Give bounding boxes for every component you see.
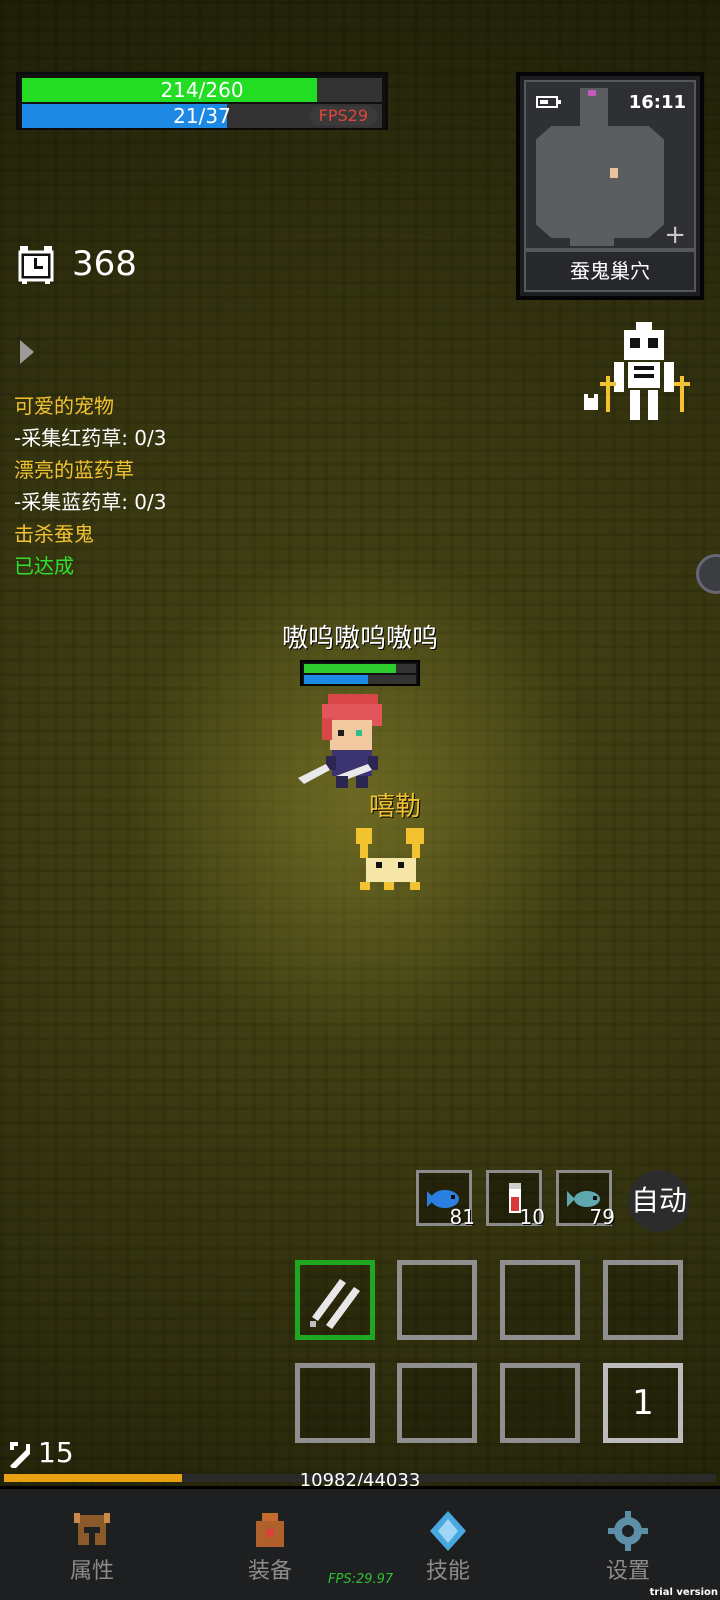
skill-slot[interactable] xyxy=(397,1260,477,1340)
auto-button[interactable]: 自动 xyxy=(628,1170,690,1232)
nav-skills[interactable]: 技能 xyxy=(378,1489,518,1599)
plus-icon[interactable]: + xyxy=(664,222,686,248)
battery-icon xyxy=(536,96,561,108)
consumable-count: 81 xyxy=(449,1205,475,1229)
skill-slot[interactable] xyxy=(295,1363,375,1443)
skill-page-button[interactable]: 1 xyxy=(603,1363,683,1443)
player-hp-fill xyxy=(304,664,396,673)
quest-title[interactable]: 击杀蚕鬼 xyxy=(14,518,274,550)
crystal-icon xyxy=(430,1511,466,1551)
map-enemy-marker xyxy=(588,90,596,96)
player-overhead-bars xyxy=(300,660,420,686)
consumable-slot[interactable]: 10 xyxy=(486,1170,545,1229)
mp-bar: 21/37 FPS29 xyxy=(22,104,382,128)
skill-slot[interactable] xyxy=(500,1260,580,1340)
nav-label: 装备 xyxy=(247,1559,292,1584)
quest-objective: -采集蓝药草: 0/3 xyxy=(14,490,167,514)
nav-equipment[interactable]: 装备 xyxy=(200,1489,340,1599)
timer-value: 368 xyxy=(72,244,137,284)
boss-skeleton-icon[interactable] xyxy=(584,322,704,422)
consumable-count: 10 xyxy=(519,1205,545,1229)
hp-bar: 214/260 xyxy=(22,78,382,102)
skill-slot[interactable] xyxy=(500,1363,580,1443)
player-level: 15 xyxy=(38,1436,74,1469)
quest-tracker[interactable]: 可爱的宠物 -采集红药草: 0/3 漂亮的蓝药草 -采集蓝药草: 0/3 击杀蚕… xyxy=(14,390,274,582)
alarm-clock-icon xyxy=(18,246,54,284)
consumable-slot[interactable]: 79 xyxy=(556,1170,615,1229)
player-character xyxy=(298,694,382,788)
quest-title[interactable]: 漂亮的蓝药草 xyxy=(14,454,274,486)
consumable-count: 79 xyxy=(589,1205,615,1229)
nav-label: 技能 xyxy=(425,1559,470,1584)
quest-title[interactable]: 可爱的宠物 xyxy=(14,390,274,422)
pet-name: 嘻勒 xyxy=(368,792,421,822)
minimap[interactable]: 16:11 + 蚕鬼巢穴 xyxy=(516,72,704,300)
nav-label: 属性 xyxy=(69,1559,114,1584)
pet-crab xyxy=(356,828,424,890)
skill-slot[interactable] xyxy=(603,1260,683,1340)
fps-counter: FPS:29.97 xyxy=(328,1572,394,1587)
nav-label: 设置 xyxy=(605,1559,650,1584)
map-player-marker xyxy=(610,168,618,178)
minimap-view[interactable]: 16:11 + xyxy=(524,80,696,250)
player-hp-bar xyxy=(304,664,416,673)
skill-slot[interactable] xyxy=(397,1363,477,1443)
nav-settings[interactable]: 设置 xyxy=(558,1489,698,1599)
status-bars: 214/260 21/37 FPS29 xyxy=(16,72,388,130)
player-name: 嗷呜嗷呜嗷呜 xyxy=(281,624,438,654)
map-exit xyxy=(570,232,614,246)
player-mp-fill xyxy=(304,675,368,684)
skill-slot-active[interactable] xyxy=(295,1260,375,1340)
bag-icon xyxy=(256,1513,284,1547)
device-time: 16:11 xyxy=(628,92,686,113)
gear-icon xyxy=(608,1511,648,1551)
helmet-icon xyxy=(74,1513,110,1545)
nav-attributes[interactable]: 属性 xyxy=(22,1489,162,1599)
fps-badge: FPS29 xyxy=(308,106,378,126)
map-room xyxy=(536,126,664,238)
location-name: 蚕鬼巢穴 xyxy=(524,250,696,292)
side-toggle-button[interactable] xyxy=(696,554,720,594)
quest-objective: -采集红药草: 0/3 xyxy=(14,426,167,450)
consumable-slot[interactable]: 81 xyxy=(416,1170,475,1229)
claw-slash-icon xyxy=(310,1279,360,1329)
hp-text: 214/260 xyxy=(160,78,244,102)
quest-collapse-toggle[interactable] xyxy=(20,340,34,364)
player-mp-bar xyxy=(304,675,416,684)
sword-level-icon xyxy=(10,1442,30,1468)
quest-status: 已达成 xyxy=(14,554,74,578)
trial-watermark: trial version xyxy=(649,1587,718,1598)
